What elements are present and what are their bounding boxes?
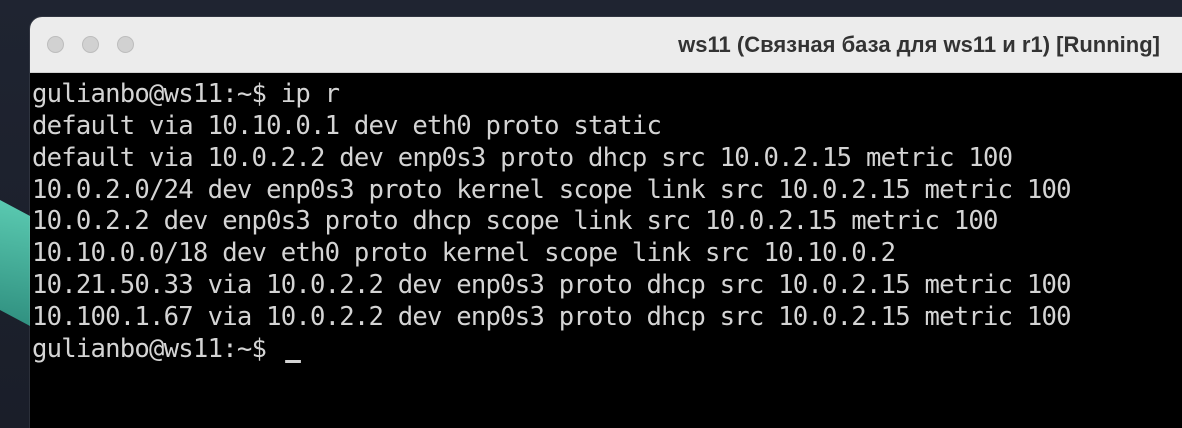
terminal-line: default via 10.0.2.2 dev enp0s3 proto dh…: [32, 143, 1013, 173]
terminal-line: 10.10.0.0/18 dev eth0 proto kernel scope…: [32, 238, 896, 268]
text-cursor: [284, 360, 301, 363]
terminal-line: default via 10.10.0.1 dev eth0 proto sta…: [32, 111, 662, 141]
zoom-window-icon[interactable]: [117, 36, 134, 53]
terminal-prompt-line[interactable]: gulianbo@ws11:~$: [32, 333, 301, 365]
close-window-icon[interactable]: [47, 36, 64, 53]
minimize-window-icon[interactable]: [82, 36, 99, 53]
vm-window[interactable]: ws11 (Связная база для ws11 и r1) [Runni…: [30, 17, 1182, 428]
window-titlebar[interactable]: ws11 (Связная база для ws11 и r1) [Runni…: [30, 17, 1182, 73]
window-title: ws11 (Связная база для ws11 и r1) [Runni…: [678, 32, 1160, 57]
terminal-line: 10.21.50.33 via 10.0.2.2 dev enp0s3 prot…: [32, 270, 1072, 300]
terminal-line: 10.0.2.2 dev enp0s3 proto dhcp scope lin…: [32, 206, 998, 236]
window-controls: [47, 36, 134, 53]
terminal-line: 10.0.2.0/24 dev enp0s3 proto kernel scop…: [32, 175, 1072, 205]
terminal-screen[interactable]: gulianbo@ws11:~$ ip r default via 10.10.…: [30, 78, 1182, 428]
terminal-prompt: gulianbo@ws11:~$: [32, 334, 281, 364]
terminal-line: 10.100.1.67 via 10.0.2.2 dev enp0s3 prot…: [32, 302, 1072, 332]
terminal-line: gulianbo@ws11:~$ ip r: [32, 79, 340, 109]
